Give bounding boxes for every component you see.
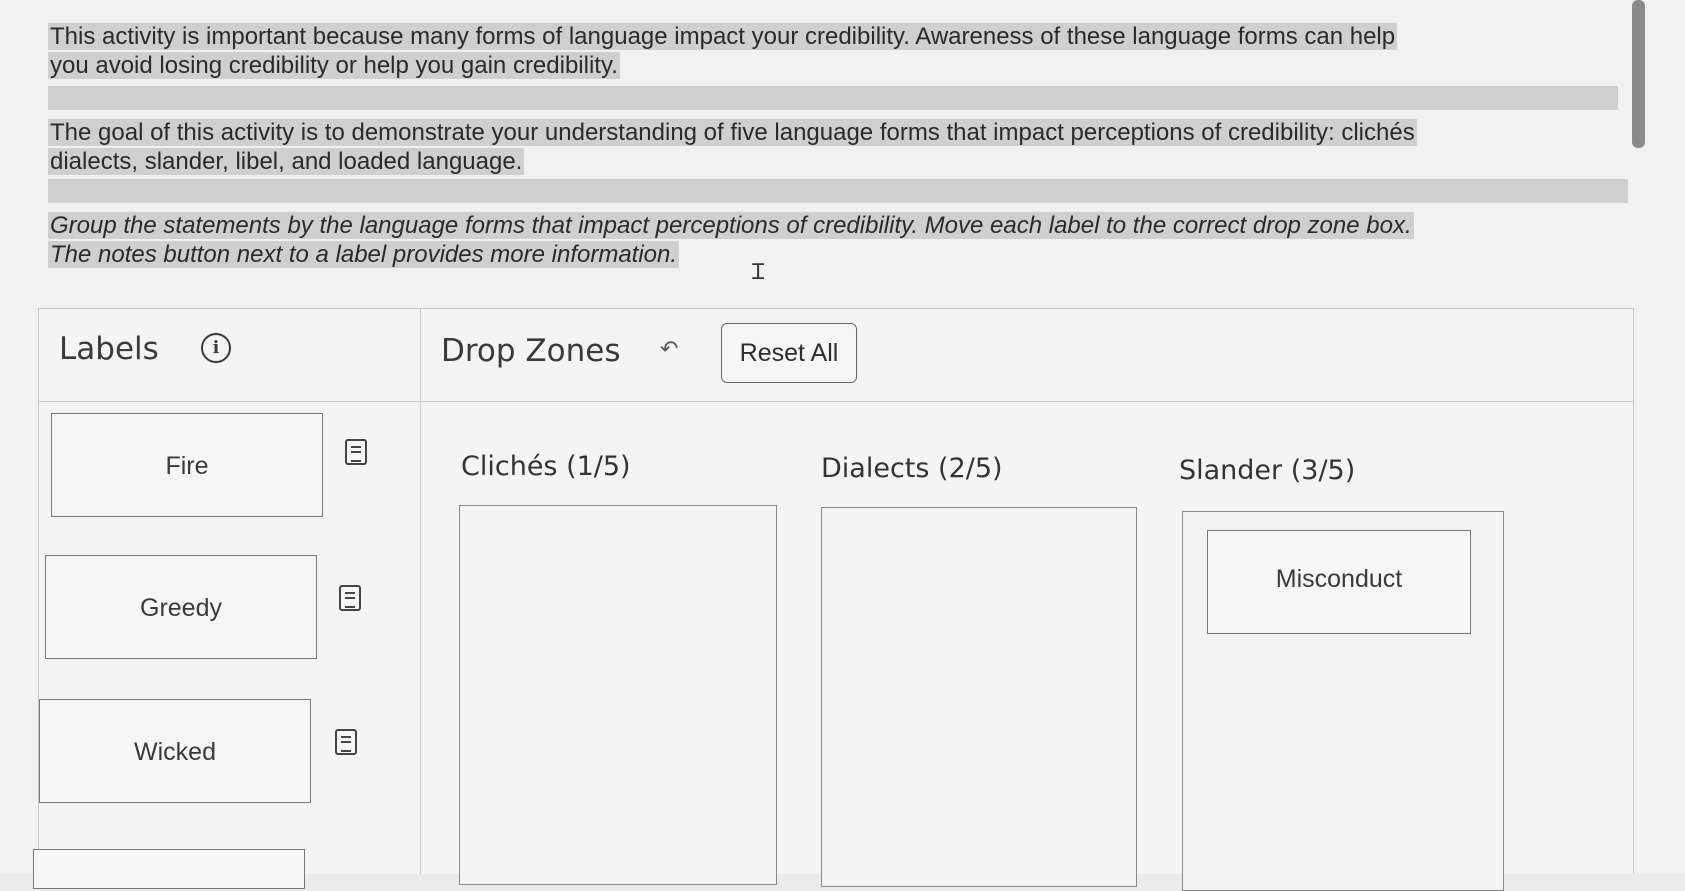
label-card-wicked[interactable]: Wicked: [39, 699, 311, 803]
scrollbar-thumb[interactable]: [1632, 0, 1645, 148]
instructions-line2: The notes button next to a label provide…: [48, 241, 680, 268]
notes-icon[interactable]: [335, 729, 357, 755]
intro-paragraph-1: This activity is important because many …: [48, 22, 1638, 80]
text-cursor-icon: Ɪ: [752, 260, 765, 285]
highlight-band: [48, 86, 1618, 110]
drop-zone-dialects[interactable]: [821, 507, 1137, 887]
reset-all-button[interactable]: Reset All: [721, 323, 857, 383]
label-card-greedy[interactable]: Greedy: [45, 555, 317, 659]
drop-zone-cliches[interactable]: [459, 505, 777, 885]
notes-icon[interactable]: [345, 439, 367, 465]
label-card-fire[interactable]: Fire: [51, 413, 323, 517]
intro-p2-line1: The goal of this activity is to demonstr…: [48, 119, 1417, 146]
highlight-band: [48, 179, 1628, 203]
intro-p1-line2: you avoid losing credibility or help you…: [48, 52, 620, 79]
zone-title-cliches: Clichés (1/5): [461, 451, 631, 482]
drop-zone-slander[interactable]: Misconduct: [1182, 511, 1504, 891]
zone-title-dialects: Dialects (2/5): [821, 453, 1003, 484]
intro-p1-line1: This activity is important because many …: [48, 23, 1398, 50]
instructions-line1: Group the statements by the language for…: [48, 212, 1414, 239]
back-arrow-icon[interactable]: ↶: [660, 337, 678, 362]
header-divider: [39, 401, 1633, 402]
column-divider: [420, 309, 421, 874]
activity-page: This activity is important because many …: [0, 0, 1685, 891]
drop-zones-heading: Drop Zones: [441, 333, 621, 369]
instructions-paragraph: Group the statements by the language for…: [48, 211, 1638, 269]
intro-p2-line2: dialects, slander, libel, and loaded lan…: [48, 148, 525, 175]
info-icon[interactable]: i: [201, 333, 231, 363]
notes-icon[interactable]: [339, 585, 361, 611]
zone-title-slander: Slander (3/5): [1179, 455, 1356, 486]
intro-paragraph-2: The goal of this activity is to demonstr…: [48, 118, 1638, 176]
label-card-partial[interactable]: [33, 849, 305, 889]
placed-card-misconduct[interactable]: Misconduct: [1207, 530, 1471, 634]
labels-heading: Labels: [59, 331, 159, 367]
activity-panel: Labels i Drop Zones ↶ Reset All Fire Gre…: [33, 308, 1634, 891]
